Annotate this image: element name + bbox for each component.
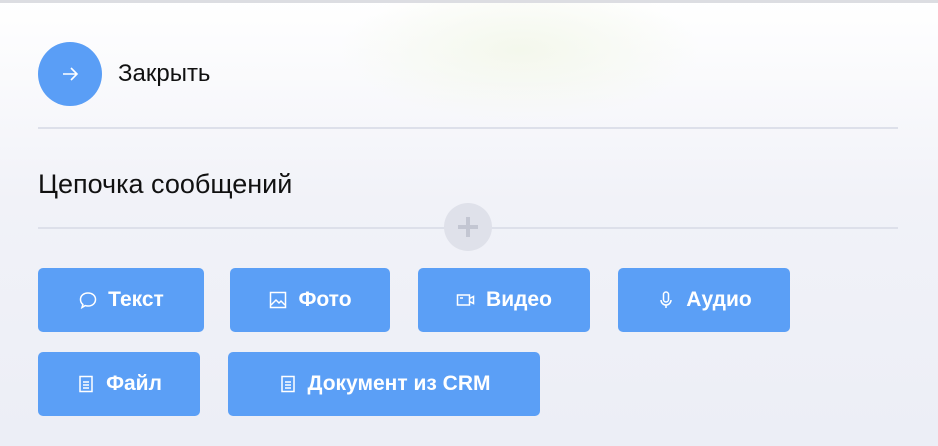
arrow-right-icon	[38, 42, 102, 106]
button-label: Файл	[106, 372, 162, 395]
chat-bubble-icon	[79, 292, 97, 310]
button-label: Видео	[486, 288, 552, 311]
video-camera-icon	[456, 294, 475, 306]
divider	[38, 127, 898, 129]
close-label: Закрыть	[118, 60, 211, 87]
add-text-button[interactable]: Текст	[38, 268, 204, 332]
button-label: Текст	[108, 288, 164, 311]
button-label: Аудио	[686, 288, 752, 311]
add-crm-document-button[interactable]: Документ из CRM	[228, 352, 540, 416]
microphone-icon	[660, 291, 673, 308]
section-title: Цепочка сообщений	[38, 169, 293, 199]
add-audio-button[interactable]: Аудио	[618, 268, 790, 332]
add-video-button[interactable]: Видео	[418, 268, 590, 332]
image-icon	[270, 291, 287, 309]
document-icon	[280, 375, 295, 393]
document-icon	[79, 375, 93, 393]
plus-icon	[458, 217, 478, 237]
button-label: Фото	[298, 288, 352, 311]
add-step-button[interactable]	[444, 203, 492, 251]
button-label: Документ из CRM	[307, 372, 491, 395]
add-file-button[interactable]: Файл	[38, 352, 200, 416]
close-button[interactable]: Закрыть	[38, 42, 210, 106]
add-photo-button[interactable]: Фото	[230, 268, 390, 332]
